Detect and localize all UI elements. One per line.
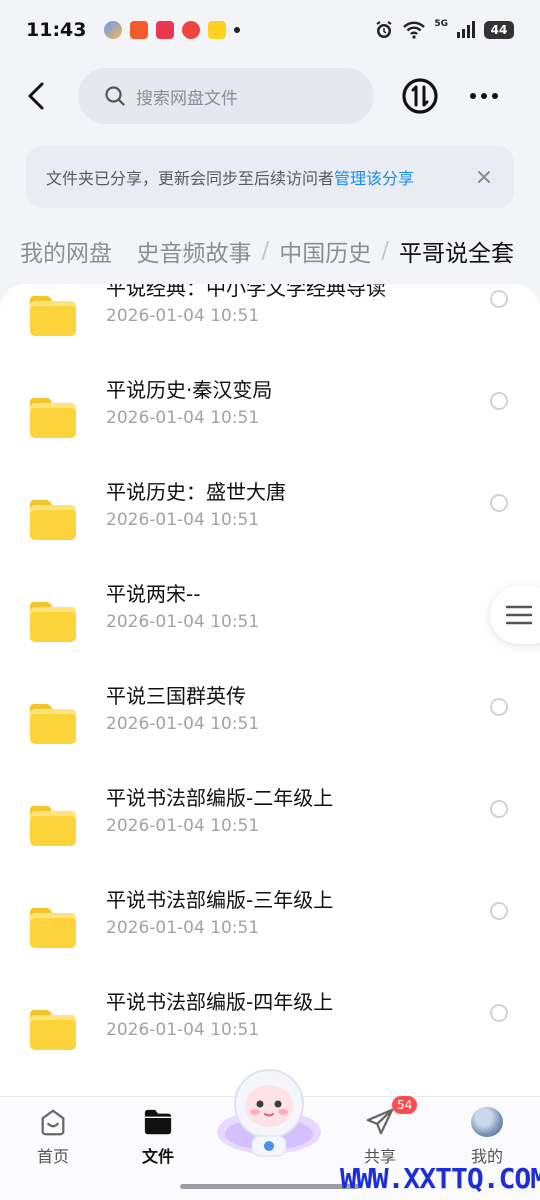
folder-icon xyxy=(30,296,76,336)
breadcrumb-separator: / xyxy=(261,238,270,264)
folder-icon xyxy=(30,500,76,540)
meituan-icon xyxy=(208,21,227,39)
top-header: 搜索网盘文件 xyxy=(0,66,540,126)
list-item[interactable]: 平说两宋-- 2026-01-04 10:51 xyxy=(0,574,540,676)
share-notice-banner: 文件夹已分享，更新会同步至后续访问者 管理该分享 xyxy=(26,146,514,208)
watermark-text: WWW.XXTTQ.COM xyxy=(340,1162,540,1195)
share-badge: 54 xyxy=(392,1096,418,1114)
file-name: 平说书法部编版-四年级上 xyxy=(106,990,334,1014)
more-options-button[interactable] xyxy=(462,80,506,112)
home-indicator[interactable] xyxy=(180,1184,360,1189)
manage-share-link[interactable]: 管理该分享 xyxy=(334,165,414,189)
tab-home[interactable]: 首页 xyxy=(3,1107,103,1167)
ai-assistant-mascot-button[interactable] xyxy=(214,1062,324,1162)
select-checkbox[interactable] xyxy=(490,800,508,818)
folder-icon xyxy=(30,1010,76,1050)
search-icon xyxy=(105,86,125,106)
network-type-label: 5G xyxy=(434,19,448,29)
file-date: 2026-01-04 10:51 xyxy=(106,306,260,326)
more-dot-icon xyxy=(470,93,476,99)
tab-files[interactable]: 文件 xyxy=(108,1107,208,1167)
signal-icon xyxy=(457,21,475,38)
file-name: 平说书法部编版-二年级上 xyxy=(106,786,334,810)
breadcrumb-item-partial[interactable]: 史音频故事 xyxy=(137,234,252,268)
chevron-left-icon xyxy=(28,82,44,110)
select-checkbox[interactable] xyxy=(490,1004,508,1022)
more-notifications-dot xyxy=(234,27,241,33)
share-notice-text: 文件夹已分享，更新会同步至后续访问者 xyxy=(46,169,335,188)
list-item[interactable]: 平说书法部编版-三年级上 2026-01-04 10:51 xyxy=(0,880,540,982)
app-red-icon xyxy=(130,21,149,39)
tab-share[interactable]: 共享 xyxy=(330,1107,430,1167)
select-checkbox[interactable] xyxy=(490,290,508,308)
folder-icon xyxy=(30,398,76,438)
breadcrumb-item-middle[interactable]: 中国历史 xyxy=(279,234,371,268)
list-item[interactable]: 平说历史·秦汉变局 2026-01-04 10:51 xyxy=(0,370,540,472)
file-list: 平说经典：中小学文学经典导读 2026-01-04 10:51 平说历史·秦汉变… xyxy=(0,284,540,1096)
select-checkbox[interactable] xyxy=(490,392,508,410)
file-name: 平说历史：盛世大唐 xyxy=(106,480,286,504)
folder-icon xyxy=(30,704,76,744)
select-checkbox[interactable] xyxy=(490,494,508,512)
alarm-icon xyxy=(376,21,392,38)
breadcrumb-item-root[interactable]: 我的网盘 xyxy=(10,230,122,272)
select-checkbox[interactable] xyxy=(490,902,508,920)
file-date: 2026-01-04 10:51 xyxy=(106,408,260,428)
file-name: 平说书法部编版-三年级上 xyxy=(106,888,334,912)
list-item[interactable]: 平说历史：盛世大唐 2026-01-04 10:51 xyxy=(0,472,540,574)
close-notice-button[interactable] xyxy=(470,163,498,191)
file-date: 2026-01-04 10:51 xyxy=(106,612,260,632)
list-item[interactable]: 平说书法部编版-二年级上 2026-01-04 10:51 xyxy=(0,778,540,880)
weibo-icon xyxy=(182,21,201,39)
more-dot-icon xyxy=(492,93,498,99)
avatar xyxy=(471,1107,503,1137)
menu-icon xyxy=(506,605,532,625)
file-date: 2026-01-04 10:51 xyxy=(106,1020,260,1040)
folder-filled-icon xyxy=(144,1109,172,1135)
app-pink-icon xyxy=(156,21,175,39)
battery-indicator: 44 xyxy=(484,21,514,39)
file-date: 2026-01-04 10:51 xyxy=(106,510,260,530)
breadcrumb-separator: / xyxy=(381,238,389,264)
breadcrumb-item-current: 平哥说全套 xyxy=(399,241,514,267)
back-button[interactable] xyxy=(18,78,54,114)
file-name: 平说经典：中小学文学经典导读 xyxy=(106,284,386,300)
folder-icon xyxy=(30,602,76,642)
close-icon xyxy=(478,171,490,183)
baidu-netdisk-icon xyxy=(104,21,123,39)
file-name: 平说三国群英传 xyxy=(106,684,246,708)
folder-icon xyxy=(30,908,76,948)
status-time: 11:43 xyxy=(26,19,87,41)
tab-me[interactable]: 我的 xyxy=(437,1107,537,1167)
more-dot-icon xyxy=(481,93,487,99)
wifi-icon xyxy=(403,21,426,39)
floating-menu-handle[interactable] xyxy=(490,586,540,644)
system-icons: 5G 44 xyxy=(374,19,514,40)
notification-icons xyxy=(104,21,241,39)
file-name: 平说两宋-- xyxy=(106,582,201,606)
list-item[interactable]: 平说三国群英传 2026-01-04 10:51 xyxy=(0,676,540,778)
transfer-list-button[interactable] xyxy=(400,76,440,116)
search-placeholder: 搜索网盘文件 xyxy=(136,88,238,109)
file-date: 2026-01-04 10:51 xyxy=(106,918,260,938)
search-input[interactable]: 搜索网盘文件 xyxy=(78,68,374,124)
file-name: 平说历史·秦汉变局 xyxy=(106,378,273,402)
tab-home-label: 首页 xyxy=(36,1147,69,1166)
folder-icon xyxy=(30,806,76,846)
paper-plane-icon xyxy=(366,1108,394,1135)
select-checkbox[interactable] xyxy=(490,698,508,716)
breadcrumb-track: 史音频故事 / 中国历史 / 平哥说全套 xyxy=(137,234,515,268)
file-date: 2026-01-04 10:51 xyxy=(106,816,260,836)
home-icon xyxy=(41,1109,65,1136)
tab-files-label: 文件 xyxy=(141,1147,174,1166)
file-date: 2026-01-04 10:51 xyxy=(106,714,260,734)
breadcrumb: 史音频故事 / 中国历史 / 平哥说全套 我的网盘 xyxy=(0,226,540,272)
list-item[interactable]: 平说经典：中小学文学经典导读 2026-01-04 10:51 xyxy=(0,284,540,370)
status-bar: 11:43 5G 44 xyxy=(0,0,540,60)
